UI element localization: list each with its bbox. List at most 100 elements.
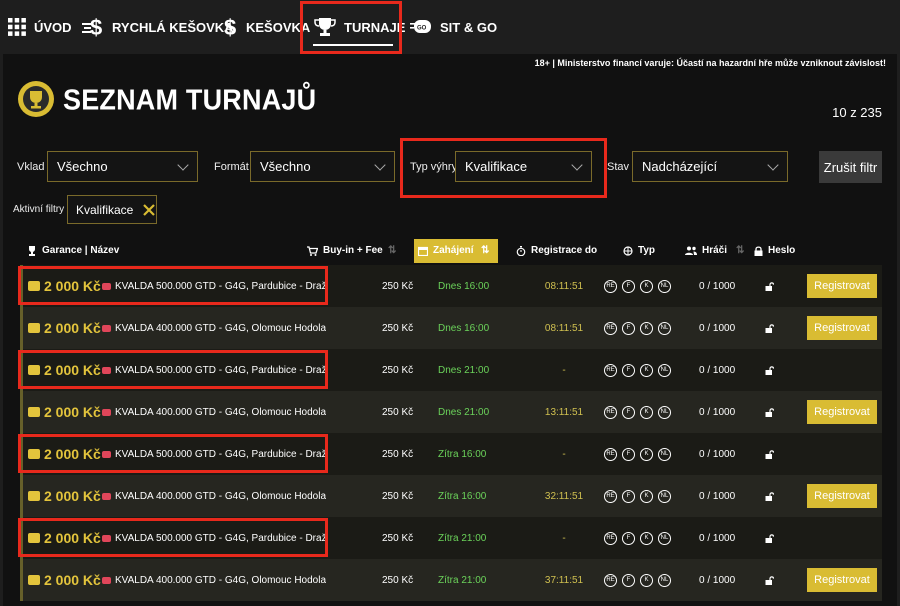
register-button[interactable]: Registrovat [807, 274, 877, 298]
nav-active-highlight [300, 1, 402, 54]
type-badges: RE F K NL [604, 307, 671, 349]
users-icon [685, 246, 697, 255]
type-badge: RE [604, 321, 617, 335]
type-badges: RE F K NL [604, 559, 671, 601]
name-cell[interactable]: KVALDA 400.000 GTD - G4G, Olomouc Hodola… [102, 559, 326, 601]
register-button[interactable]: Registrovat [807, 568, 877, 592]
row-highlight [18, 434, 328, 473]
row-accent [20, 475, 23, 517]
format-value: Všechno [260, 159, 311, 174]
players-value: 0 / 1000 [699, 322, 736, 334]
table-row[interactable]: 2 000 Kč KVALDA 400.000 GTD - G4G, Olomou… [20, 559, 882, 601]
players-value: 0 / 1000 [699, 574, 736, 586]
type-badge: F [622, 489, 635, 503]
sort-icon[interactable]: ⇅ [481, 245, 489, 256]
ticket-icon [102, 324, 111, 332]
buyin-value: 250 Kč [382, 448, 414, 460]
players-value: 0 / 1000 [699, 406, 736, 418]
vklad-select[interactable]: Všechno [47, 151, 198, 182]
stopwatch-icon [516, 245, 526, 256]
filter-label-vklad: Vklad [17, 161, 45, 173]
nav-item-rychla-kesovka[interactable]: $ RYCHLÁ KEŠOVKA [82, 0, 234, 54]
top-navigation: ÚVOD $ RYCHLÁ KEŠOVKA $ KEŠOVKA TURNAJE … [0, 0, 900, 54]
type-badge: K [640, 279, 653, 293]
buyin-value: 250 Kč [382, 322, 414, 334]
trophy-chip-icon [18, 81, 54, 117]
lock-icon [754, 245, 763, 256]
stav-select[interactable]: Nadcházející [632, 151, 788, 182]
filter-label-stav: Stav [607, 161, 630, 173]
type-badge: F [622, 363, 635, 377]
register-button[interactable]: Registrovat [807, 316, 877, 340]
prize-cell: 2 000 Kč [28, 559, 101, 601]
header-name[interactable]: Garance | Název [27, 245, 119, 256]
type-badge: NL [658, 531, 671, 545]
tournament-name: KVALDA 400.000 GTD - G4G, Olomouc Hodola… [115, 490, 326, 502]
prize-value: 2 000 Kč [44, 488, 101, 504]
sort-icon[interactable]: ⇅ [736, 245, 744, 256]
row-highlight [18, 518, 328, 557]
ticket-icon [102, 492, 111, 500]
type-badge: F [622, 573, 635, 587]
header-label: Heslo [768, 245, 796, 256]
type-badge: F [622, 405, 635, 419]
close-icon[interactable] [143, 203, 156, 216]
prize-value: 2 000 Kč [44, 320, 101, 336]
active-filters-label: Aktivní filtry [13, 204, 65, 215]
table-row[interactable]: 2 000 Kč KVALDA 400.000 GTD - G4G, Olomou… [20, 307, 882, 349]
register-button[interactable]: Registrovat [807, 400, 877, 424]
prize-cell: 2 000 Kč [28, 475, 101, 517]
clear-filter-button[interactable]: Zrušit filtr [819, 151, 882, 183]
header-buyin[interactable]: Buy-in + Fee [307, 245, 383, 256]
buyin-value: 250 Kč [382, 364, 414, 376]
unlock-icon [765, 475, 774, 517]
result-count: 10 z 235 [832, 105, 882, 120]
name-cell[interactable]: KVALDA 400.000 GTD - G4G, Olomouc Hodola… [102, 391, 326, 433]
start-value: Zítra 16:00 [438, 490, 487, 502]
buyin-value: 250 Kč [382, 490, 414, 502]
vklad-value: Všechno [57, 159, 108, 174]
format-select[interactable]: Všechno [250, 151, 395, 182]
header-players[interactable]: Hráči [685, 245, 727, 256]
chevron-down-icon [374, 159, 386, 171]
type-badge: F [622, 531, 635, 545]
header-label: Buy-in + Fee [323, 245, 383, 256]
crosshair-icon [623, 245, 633, 256]
table-row[interactable]: 2 000 Kč KVALDA 400.000 GTD - G4G, Olomou… [20, 475, 882, 517]
type-badge: NL [658, 405, 671, 419]
coins-icon [28, 491, 40, 501]
buyin-value: 250 Kč [382, 532, 414, 544]
reg-value: 37:11:51 [544, 574, 584, 586]
name-cell[interactable]: KVALDA 400.000 GTD - G4G, Olomouc Hodola… [102, 475, 326, 517]
nav-active-underline [313, 44, 393, 46]
type-badge: NL [658, 363, 671, 377]
register-button[interactable]: Registrovat [807, 484, 877, 508]
trophy-icon [29, 245, 35, 256]
sort-icon[interactable]: ⇅ [388, 245, 396, 256]
active-filter-chip[interactable]: Kvalifikace [67, 195, 157, 224]
type-badges: RE F K NL [604, 517, 671, 559]
row-accent [20, 559, 23, 601]
name-cell[interactable]: KVALDA 400.000 GTD - G4G, Olomouc Hodola… [102, 307, 326, 349]
header-reg[interactable]: Registrace do [516, 245, 597, 256]
filter-label-format: Formát [214, 161, 249, 173]
unlock-icon [765, 517, 774, 559]
coins-icon [28, 323, 40, 333]
header-label: Registrace do [531, 245, 598, 256]
prize-cell: 2 000 Kč [28, 391, 101, 433]
svg-text:GO: GO [417, 26, 427, 32]
table-row[interactable]: 2 000 Kč KVALDA 400.000 GTD - G4G, Olomou… [20, 391, 882, 433]
nav-label: ÚVOD [34, 19, 72, 35]
type-badge: NL [658, 573, 671, 587]
reg-value: 08:11:51 [544, 322, 584, 334]
header-start[interactable]: Zahájení [418, 245, 474, 256]
header-type[interactable]: Typ [623, 245, 655, 256]
nav-item-sit-go[interactable]: GO SIT & GO [410, 0, 497, 54]
header-password[interactable]: Heslo [754, 245, 795, 256]
nav-item-uvod[interactable]: ÚVOD [8, 0, 72, 54]
unlock-icon [765, 265, 774, 307]
start-value: Zítra 21:00 [438, 574, 487, 586]
nav-item-kesovka[interactable]: $ KEŠOVKA [224, 0, 310, 54]
row-accent [20, 391, 23, 433]
type-badges: RE F K NL [604, 265, 671, 307]
